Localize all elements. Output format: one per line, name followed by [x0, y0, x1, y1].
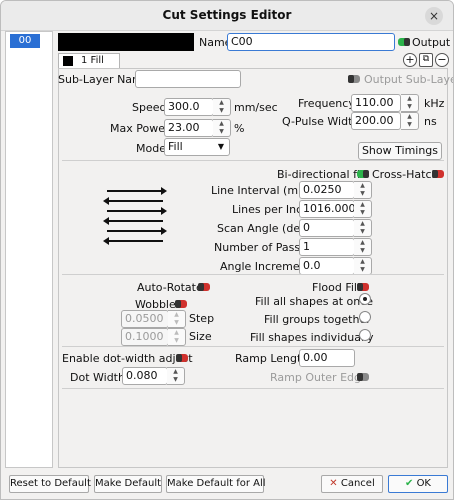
ramp-outer-toggle[interactable]: [357, 373, 369, 381]
angle-increment-label: Angle Increment: [220, 260, 311, 273]
fill-groups-radio[interactable]: [359, 311, 371, 323]
line-interval-input[interactable]: 0.0250: [299, 181, 355, 199]
sublayer-name-input[interactable]: [135, 70, 241, 88]
line-interval-spinner[interactable]: ▲ ▼: [354, 181, 372, 199]
cut-settings-dialog: Cut Settings Editor × 00 Name C00 Output…: [0, 0, 454, 500]
line-interval-label: Line Interval (mm): [211, 184, 314, 197]
tab-color-swatch: [63, 56, 73, 66]
x-icon: ✕: [329, 478, 338, 489]
step-input[interactable]: 0.0500: [121, 310, 169, 328]
cancel-button[interactable]: ✕ Cancel: [321, 475, 383, 493]
layer-name-input[interactable]: C00: [227, 33, 395, 51]
scan-angle-spinner[interactable]: ▲ ▼: [354, 219, 372, 237]
passes-label: Number of Passes: [214, 241, 313, 254]
divider: [62, 160, 444, 161]
qpulse-input[interactable]: 200.00: [351, 112, 401, 130]
fill-groups-label: Fill groups together: [264, 313, 371, 326]
layer-list-item[interactable]: 00: [10, 34, 40, 48]
dot-width-adjust-toggle[interactable]: [176, 354, 188, 362]
show-timings-button[interactable]: Show Timings: [358, 142, 442, 160]
dot-width-spinner[interactable]: ▲ ▼: [167, 367, 185, 385]
mode-select[interactable]: Fill ▼: [164, 138, 230, 156]
tab-label: 1 Fill: [81, 55, 104, 66]
output-sublayer-label: Output Sub-Layer: [364, 73, 454, 86]
step-label: Step: [189, 312, 215, 325]
make-default-button[interactable]: Make Default: [94, 475, 162, 493]
fill-all-label: Fill all shapes at once: [255, 295, 374, 308]
divider: [62, 274, 444, 275]
copy-icon[interactable]: ⧉: [419, 53, 433, 67]
passes-spinner[interactable]: ▲ ▼: [354, 238, 372, 256]
flood-fill-label: Flood Fill: [312, 281, 361, 294]
layer-list[interactable]: 00: [5, 31, 53, 468]
chevron-down-icon: ▼: [217, 142, 224, 151]
lpi-spinner[interactable]: ▲ ▼: [354, 200, 372, 218]
auto-rotate-toggle[interactable]: [198, 283, 210, 291]
output-label: Output: [412, 36, 451, 49]
lpi-input[interactable]: 1016.000: [299, 200, 355, 218]
ok-label: OK: [416, 478, 431, 489]
size-label: Size: [189, 330, 212, 343]
max-power-input[interactable]: 23.00: [164, 119, 214, 137]
frequency-unit: kHz: [424, 97, 445, 110]
remove-sublayer-icon[interactable]: −: [435, 53, 449, 67]
dot-width-label: Dot Width:: [70, 371, 129, 384]
check-icon: ✔: [404, 478, 414, 489]
passes-input[interactable]: 1: [299, 238, 355, 256]
bidirectional-label: Bi-directional fill: [277, 168, 367, 181]
speed-label: Speed: [132, 101, 167, 114]
title-bar: Cut Settings Editor ×: [1, 1, 453, 31]
max-power-label: Max Power: [110, 122, 170, 135]
speed-input[interactable]: 300.0: [164, 98, 214, 116]
cancel-label: Cancel: [340, 478, 375, 489]
lpi-label: Lines per Inch: [232, 203, 310, 216]
mode-value: Fill: [168, 140, 183, 153]
reset-to-default-button[interactable]: Reset to Default: [9, 475, 91, 493]
bidirectional-toggle[interactable]: [357, 170, 369, 178]
qpulse-spinner[interactable]: ▲ ▼: [401, 112, 419, 130]
fill-individually-label: Fill shapes individually: [250, 331, 374, 344]
angle-increment-input[interactable]: 0.0: [299, 257, 355, 275]
make-default-all-button[interactable]: Make Default for All: [166, 475, 266, 493]
scan-angle-label: Scan Angle (deg): [217, 222, 312, 235]
window-title: Cut Settings Editor: [162, 8, 292, 22]
add-sublayer-icon[interactable]: +: [403, 53, 417, 67]
size-spinner[interactable]: ▲ ▼: [168, 328, 186, 346]
max-power-unit: %: [234, 122, 245, 135]
divider: [62, 388, 444, 389]
dot-width-input[interactable]: 0.080: [122, 367, 168, 385]
frequency-spinner[interactable]: ▲ ▼: [401, 94, 419, 112]
divider: [62, 346, 444, 347]
crosshatch-toggle[interactable]: [432, 170, 444, 178]
wobble-toggle[interactable]: [175, 300, 187, 308]
output-sublayer-toggle[interactable]: [348, 75, 360, 83]
qpulse-label: Q-Pulse Width: [282, 115, 360, 128]
frequency-label: Frequency: [298, 97, 355, 110]
mode-label: Mode: [136, 142, 166, 155]
output-toggle[interactable]: [398, 38, 410, 46]
frequency-input[interactable]: 110.00: [351, 94, 401, 112]
max-power-spinner[interactable]: ▲ ▼: [213, 119, 231, 137]
close-icon[interactable]: ×: [425, 7, 443, 25]
ramp-length-input[interactable]: 0.00: [299, 349, 355, 367]
qpulse-unit: ns: [424, 115, 437, 128]
layer-color-swatch[interactable]: [58, 33, 194, 51]
fill-individually-radio[interactable]: [359, 329, 371, 341]
size-input[interactable]: 0.1000: [121, 328, 169, 346]
fill-pattern-preview-icon: [101, 184, 171, 250]
speed-spinner[interactable]: ▲ ▼: [213, 98, 231, 116]
ramp-outer-label: Ramp Outer Edge: [270, 371, 368, 384]
angle-increment-spinner[interactable]: ▲ ▼: [354, 257, 372, 275]
tab-fill[interactable]: 1 Fill: [58, 53, 120, 69]
fill-all-radio[interactable]: [359, 293, 371, 305]
dot-width-adjust-label: Enable dot-width adjust: [62, 352, 193, 365]
crosshatch-label: Cross-Hatch: [372, 168, 439, 181]
auto-rotate-label: Auto-Rotate: [137, 281, 203, 294]
speed-unit: mm/sec: [234, 101, 278, 114]
scan-angle-input[interactable]: 0: [299, 219, 355, 237]
ok-button[interactable]: ✔ OK: [388, 475, 448, 493]
flood-fill-toggle[interactable]: [357, 283, 369, 291]
ramp-length-label: Ramp Length: [235, 352, 309, 365]
step-spinner[interactable]: ▲ ▼: [168, 310, 186, 328]
